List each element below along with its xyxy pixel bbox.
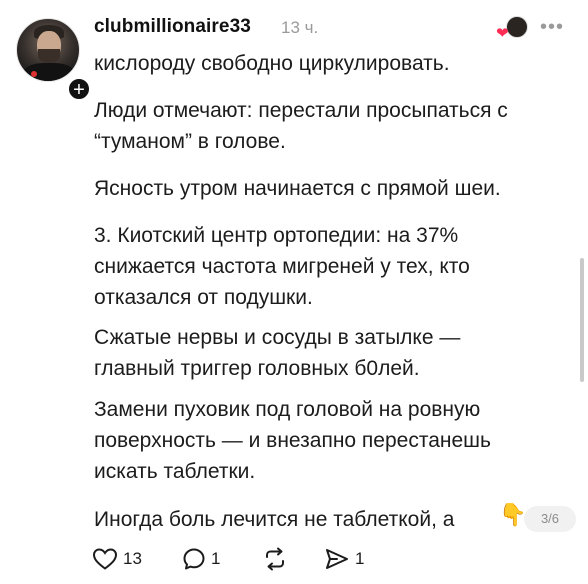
repost-arrows-icon (266, 547, 284, 571)
pointing-down-emoji-icon: 👇 (499, 502, 527, 527)
liked-by-author-indicator: ❤ (496, 16, 528, 42)
username[interactable]: clubmillionaire33 (94, 16, 251, 38)
liker-avatar (506, 16, 528, 38)
carousel-page-indicator: 3/6 (524, 506, 576, 532)
avatar-image (16, 18, 80, 82)
more-dots-icon[interactable]: ••• (540, 16, 564, 39)
post-paragraph: Ясность утром начинается с прямой шеи. (94, 177, 501, 200)
post-paragraph: Иногда боль лечится не таблеткой, а (94, 508, 455, 531)
comment-count: 1 (211, 549, 221, 568)
heart-icon: ❤ (496, 25, 509, 42)
post-paragraph: Сжатые нервы и сосуды в затылке — главны… (94, 326, 461, 380)
post-paragraph: кислороду свободно циркулировать. (94, 52, 450, 75)
like-button[interactable]: 13 (92, 544, 142, 574)
comment-button[interactable]: 1 (182, 544, 220, 574)
send-icon (326, 549, 348, 569)
post-paragraph: Люди отмечают: перестали просыпаться с “… (94, 99, 508, 153)
post-paragraph: 3. Киотский центр ортопедии: на 37% сниж… (94, 224, 470, 309)
heart-outline-icon (92, 548, 118, 570)
follow-plus-icon[interactable]: + (66, 76, 92, 102)
author-avatar[interactable]: + (16, 18, 92, 102)
like-count: 13 (123, 549, 142, 568)
post-paragraph: Замени пуховик под головой на ровную пов… (94, 398, 491, 483)
share-button[interactable]: 1 (324, 544, 364, 574)
repost-button[interactable] (262, 544, 288, 574)
post-time: 13 ч. (281, 18, 319, 37)
comment-bubble-icon (183, 548, 205, 570)
scrollbar[interactable] (580, 258, 584, 382)
share-count: 1 (355, 549, 365, 568)
